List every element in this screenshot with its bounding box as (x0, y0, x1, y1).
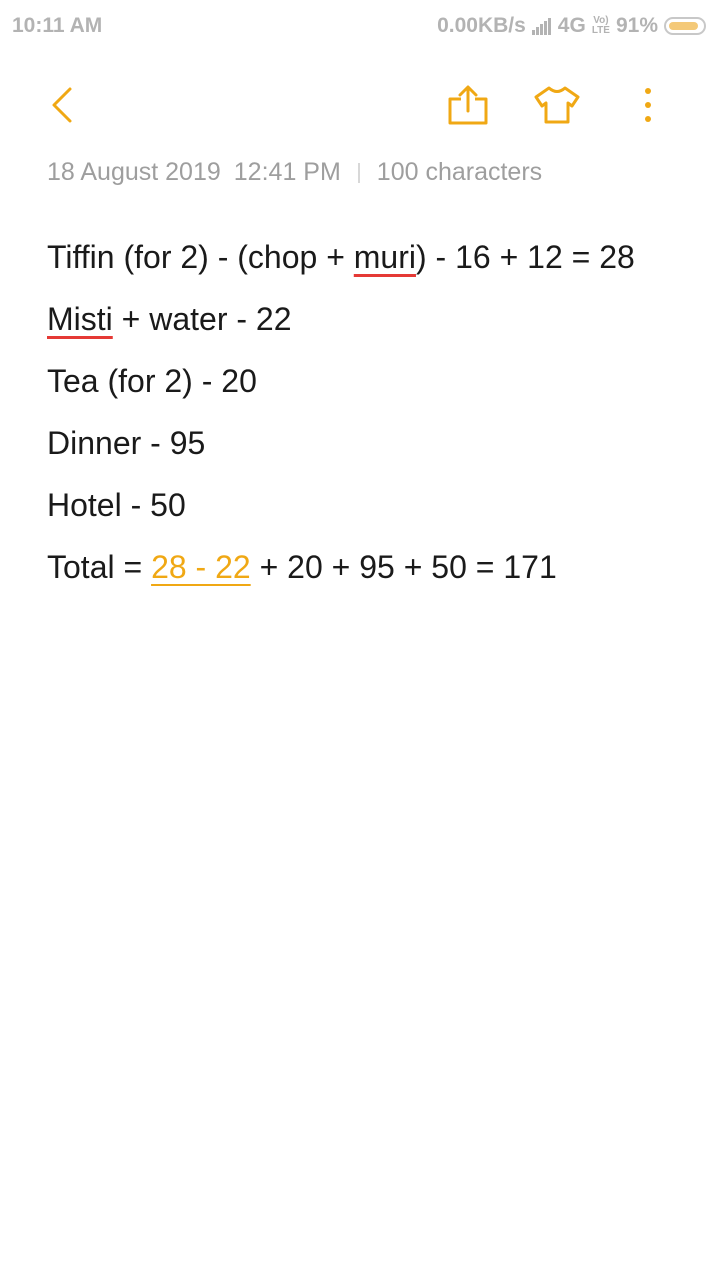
note-text: Tiffin (for 2) - (chop + (47, 239, 354, 275)
misspelled-word[interactable]: Misti (47, 301, 113, 337)
note-line: Tiffin (for 2) - (chop + muri) - 16 + 12… (47, 236, 707, 298)
note-text: Tea (for 2) - 20 (47, 363, 257, 399)
share-button[interactable] (443, 80, 493, 130)
meta-divider (357, 162, 360, 183)
more-options-icon (645, 88, 651, 122)
note-time: 12:41 PM (233, 158, 341, 186)
note-text: Hotel - 50 (47, 487, 186, 523)
note-line: Hotel - 50 (47, 484, 707, 546)
note-line: Tea (for 2) - 20 (47, 360, 707, 422)
volte-bottom-label: LTE (591, 25, 610, 36)
note-body[interactable]: Tiffin (for 2) - (chop + muri) - 16 + 12… (47, 236, 707, 608)
note-line: Misti + water - 22 (47, 298, 707, 360)
note-line: Total = 28 - 22 + 20 + 95 + 50 = 171 (47, 546, 707, 608)
status-bar: 10:11 AM 0.00KB/s 4G Vo) LTE 91% (0, 0, 720, 52)
note-toolbar (0, 70, 720, 134)
character-count: 100 characters (376, 158, 543, 186)
calculation-link[interactable]: 28 - 22 (151, 549, 251, 585)
note-date: 18 August 2019 (47, 158, 221, 186)
network-type: 4G (557, 14, 586, 37)
note-meta: 18 August 2019 12:41 PM 100 characters (47, 158, 542, 187)
note-text: Total = (47, 549, 152, 585)
theme-shirt-icon (534, 86, 580, 124)
misspelled-word[interactable]: muri (354, 239, 416, 275)
battery-percent: 91% (615, 14, 658, 37)
note-text: + 20 + 95 + 50 = 171 (250, 549, 557, 585)
volte-icon: Vo) LTE (592, 16, 610, 36)
theme-button[interactable] (532, 80, 582, 130)
status-icons: 0.00KB/s 4G Vo) LTE 91% (431, 14, 706, 38)
network-speed: 0.00KB/s (437, 14, 526, 37)
note-line: Dinner - 95 (47, 422, 707, 484)
note-text: ) - 16 + 12 = 28 (415, 239, 635, 275)
back-button[interactable] (38, 80, 88, 130)
status-time: 10:11 AM (12, 14, 103, 37)
signal-icon (531, 17, 552, 35)
battery-level (669, 22, 698, 30)
note-text: Dinner - 95 (47, 425, 206, 461)
battery-icon (664, 17, 706, 35)
more-options-button[interactable] (623, 80, 673, 130)
share-icon (448, 85, 488, 125)
back-arrow-icon (52, 87, 72, 123)
note-text: + water - 22 (112, 301, 292, 337)
